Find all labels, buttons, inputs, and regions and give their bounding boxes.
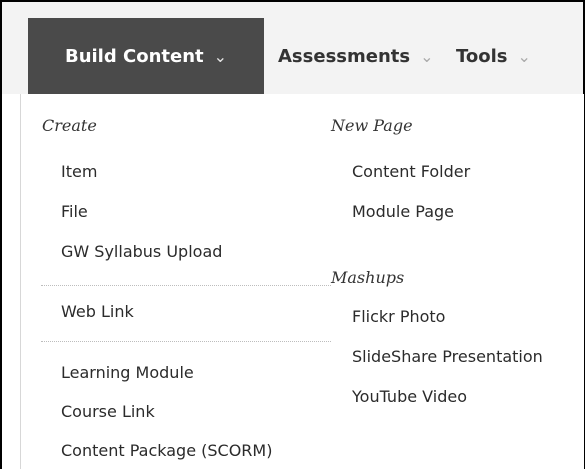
menu-item-slideshare-presentation[interactable]: SlideShare Presentation: [352, 347, 543, 366]
menu-item-item[interactable]: Item: [61, 162, 97, 181]
menu-item-gw-syllabus-upload[interactable]: GW Syllabus Upload: [61, 242, 222, 261]
menu-item-web-link[interactable]: Web Link: [61, 302, 134, 321]
menu-item-learning-module[interactable]: Learning Module: [61, 363, 194, 382]
tab-build-content[interactable]: Build Content ⌄: [28, 18, 264, 94]
tab-bar: Build Content ⌄ Assessments ⌄ Tools ⌄: [2, 2, 583, 94]
tab-label: Build Content: [64, 45, 204, 67]
separator: [41, 285, 331, 286]
menu-item-module-page[interactable]: Module Page: [352, 202, 454, 221]
heading-mashups: Mashups: [331, 268, 405, 287]
chevron-down-icon: ⌄: [517, 46, 531, 66]
menu-item-file[interactable]: File: [61, 202, 88, 221]
tab-assessments[interactable]: Assessments ⌄: [278, 18, 434, 94]
chevron-down-icon: ⌄: [213, 46, 228, 66]
heading-new-page: New Page: [331, 116, 413, 135]
menu-item-youtube-video[interactable]: YouTube Video: [352, 387, 467, 406]
menu-item-flickr-photo[interactable]: Flickr Photo: [352, 307, 445, 326]
build-content-dropdown: Create Item File GW Syllabus Upload Web …: [20, 94, 584, 469]
tab-tools[interactable]: Tools ⌄: [456, 18, 531, 94]
tab-label: Tools: [456, 45, 508, 67]
tab-label: Assessments: [278, 45, 411, 67]
menu-item-content-folder[interactable]: Content Folder: [352, 162, 470, 181]
heading-create: Create: [42, 116, 97, 135]
chevron-down-icon: ⌄: [420, 46, 434, 66]
menu-item-course-link[interactable]: Course Link: [61, 402, 155, 421]
separator: [41, 341, 331, 342]
menu-item-content-package[interactable]: Content Package (SCORM): [61, 441, 272, 460]
